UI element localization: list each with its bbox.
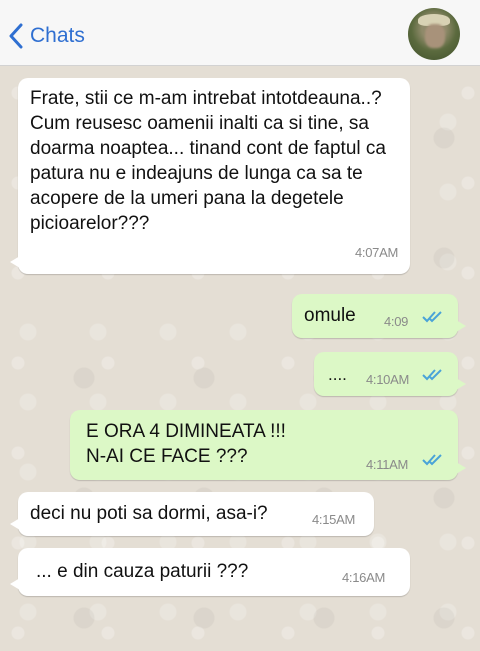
- chevron-left-icon: [9, 23, 23, 49]
- double-check-icon: [422, 311, 442, 323]
- message-line-1: E ORA 4 DIMINEATA !!!: [86, 421, 286, 442]
- message-text: Frate, stii ce m-am intrebat intotdeauna…: [30, 88, 386, 234]
- message-bubble-incoming[interactable]: ... e din cauza paturii ??? 4:16AM: [10, 548, 410, 596]
- message-bubble-incoming[interactable]: deci nu poti sa dormi, asa-i? 4:15AM: [10, 492, 374, 536]
- message-time: 4:07AM: [354, 245, 398, 260]
- avatar[interactable]: [408, 8, 460, 60]
- message-time: 4:16AM: [342, 570, 386, 585]
- message-line-2: N-AI CE FACE ???: [86, 446, 248, 467]
- double-check-icon: [422, 369, 442, 381]
- message-text: ... e din cauza paturii ???: [36, 561, 249, 582]
- avatar-face: [425, 24, 445, 48]
- message-time: 4:15AM: [312, 512, 356, 527]
- message-time: 4:09: [384, 314, 409, 329]
- message-bubble-incoming[interactable]: Frate, stii ce m-am intrebat intotdeauna…: [10, 78, 410, 274]
- chat-header: Chats: [0, 0, 480, 66]
- message-text: omule: [304, 305, 356, 326]
- message-text: deci nu poti sa dormi, asa-i?: [30, 503, 268, 524]
- message-bubble-outgoing[interactable]: omule 4:09: [292, 294, 466, 338]
- message-text: E ORA 4 DIMINEATA !!! N-AI CE FACE ???: [86, 419, 366, 469]
- back-button[interactable]: Chats: [8, 18, 85, 54]
- message-time: 4:11AM: [366, 457, 409, 472]
- message-bubble-outgoing[interactable]: .... 4:10AM: [314, 352, 466, 396]
- message-bubble-outgoing[interactable]: E ORA 4 DIMINEATA !!! N-AI CE FACE ??? 4…: [70, 410, 466, 480]
- back-label: Chats: [30, 24, 85, 47]
- message-time: 4:10AM: [366, 372, 410, 387]
- double-check-icon: [422, 454, 442, 466]
- message-text: ....: [328, 365, 347, 384]
